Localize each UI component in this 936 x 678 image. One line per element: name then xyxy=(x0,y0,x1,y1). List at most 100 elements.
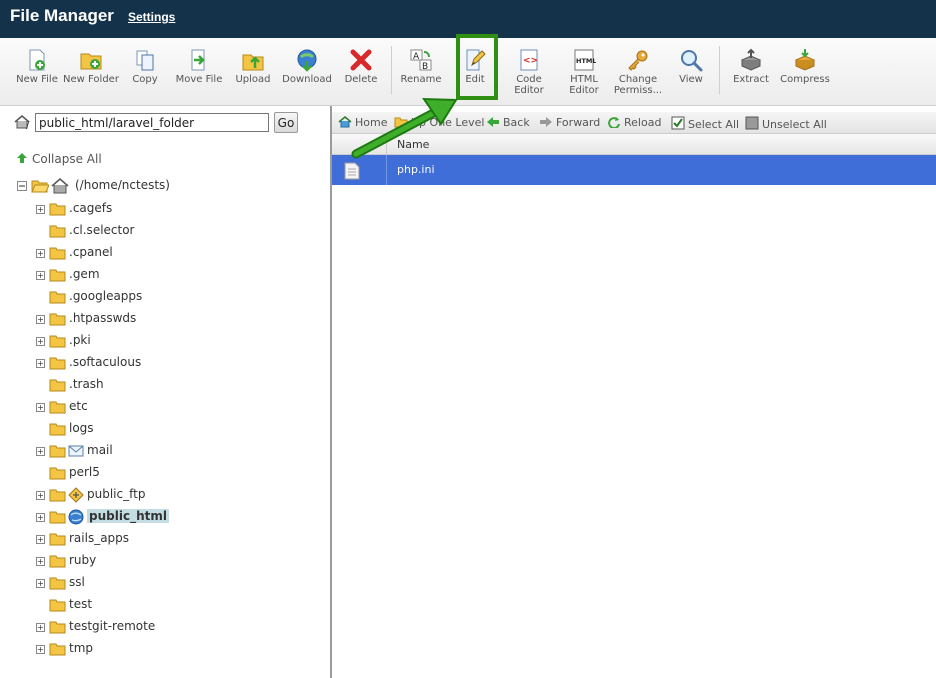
view-button[interactable]: View xyxy=(663,48,719,85)
reload-button[interactable]: Reload xyxy=(607,116,661,129)
folder-icon xyxy=(49,401,66,414)
settings-link[interactable]: Settings xyxy=(128,10,175,24)
code-editor-label: Code Editor xyxy=(514,74,544,96)
rename-icon: AB xyxy=(410,49,432,72)
expand-toggle-icon[interactable]: + xyxy=(36,513,45,522)
html-editor-label: HTML Editor xyxy=(569,74,599,96)
copy-button[interactable]: Copy xyxy=(117,48,173,85)
magnifier-icon xyxy=(681,50,703,72)
folder-icon xyxy=(49,291,66,304)
collapse-toggle-icon xyxy=(17,181,27,191)
compress-label: Compress xyxy=(780,74,830,85)
change-permissions-button[interactable]: Change Permiss... xyxy=(609,48,667,96)
expand-toggle-icon[interactable]: + xyxy=(36,579,45,588)
expand-toggle-icon[interactable]: + xyxy=(36,271,45,280)
expand-toggle-icon[interactable]: + xyxy=(36,403,45,412)
reload-label: Reload xyxy=(624,116,662,129)
up-one-level-button[interactable]: Up One Level xyxy=(394,116,484,129)
edit-label: Edit xyxy=(465,74,485,85)
toolbar-separator xyxy=(719,46,720,94)
code-editor-button[interactable]: <> Code Editor xyxy=(501,48,557,96)
app-title: File Manager xyxy=(10,6,114,25)
arrow-left-icon xyxy=(487,117,499,127)
expand-toggle-icon[interactable]: + xyxy=(36,623,45,632)
folder-icon xyxy=(49,423,66,436)
expand-toggle-icon[interactable]: + xyxy=(36,535,45,544)
download-icon xyxy=(297,49,317,72)
delete-label: Delete xyxy=(344,74,378,85)
folder-icon xyxy=(49,577,66,590)
copy-icon xyxy=(136,50,154,71)
up-one-level-label: Up One Level xyxy=(411,116,485,129)
checkbox-empty-icon xyxy=(745,116,759,130)
expand-toggle-icon[interactable]: + xyxy=(36,315,45,324)
html-editor-button[interactable]: HTML HTML Editor xyxy=(556,48,612,96)
new-file-button[interactable]: New File xyxy=(9,48,65,85)
folder-icon xyxy=(49,203,66,216)
ftp-icon xyxy=(68,487,84,503)
compress-icon xyxy=(794,49,816,71)
new-file-label: New File xyxy=(16,74,58,85)
extract-label: Extract xyxy=(733,74,769,85)
move-file-button[interactable]: Move File xyxy=(171,48,227,85)
folder-icon xyxy=(49,599,66,612)
upload-button[interactable]: Upload xyxy=(225,48,281,85)
tree-item-label: public_html xyxy=(87,509,169,523)
path-input[interactable] xyxy=(35,113,269,132)
arrow-right-icon xyxy=(540,117,552,127)
expand-toggle-icon[interactable]: + xyxy=(36,645,45,654)
tree-item-label: .pki xyxy=(69,333,91,347)
forward-button[interactable]: Forward xyxy=(539,116,600,129)
folder-icon xyxy=(49,511,66,524)
expand-toggle-icon[interactable]: + xyxy=(36,359,45,368)
folder-tree: Collapse All (/home/nctests) + .cagefs .cl… xyxy=(0,140,331,678)
file-list: Name php.ini xyxy=(332,134,936,678)
extract-button[interactable]: Extract xyxy=(723,48,779,85)
folder-icon xyxy=(49,335,66,348)
tree-item-label: perl5 xyxy=(69,465,100,479)
expand-toggle-icon[interactable]: + xyxy=(36,557,45,566)
compress-button[interactable]: Compress xyxy=(777,48,833,85)
new-folder-button[interactable]: New Folder xyxy=(63,48,119,85)
move-file-label: Move File xyxy=(175,74,223,85)
tree-item-label: test xyxy=(69,597,93,611)
extract-icon xyxy=(740,48,762,71)
go-button[interactable]: Go xyxy=(274,112,298,133)
folder-icon xyxy=(49,225,66,238)
svg-text:HTML: HTML xyxy=(576,57,596,65)
svg-text:/: / xyxy=(26,120,30,129)
download-label: Download xyxy=(282,74,332,85)
back-button[interactable]: Back xyxy=(486,116,530,129)
new-folder-icon xyxy=(80,53,102,70)
tree-item-label: .gem xyxy=(69,267,100,281)
home-nav-button[interactable]: Home xyxy=(338,116,387,129)
collapse-all-link[interactable]: Collapse All xyxy=(16,152,102,166)
checkbox-checked-icon xyxy=(671,116,685,130)
edit-icon xyxy=(466,49,486,71)
folder-icon xyxy=(49,643,66,656)
toolbar: New File New Folder Copy Move File Uploa… xyxy=(0,38,936,106)
download-button[interactable]: Download xyxy=(279,48,335,85)
rename-button[interactable]: AB Rename xyxy=(393,48,449,85)
tree-item-label: etc xyxy=(69,399,88,413)
tree-item-label: .googleapps xyxy=(69,289,143,303)
file-name: php.ini xyxy=(397,163,435,176)
delete-button[interactable]: Delete xyxy=(333,48,389,85)
column-header-name[interactable]: Name xyxy=(397,138,429,151)
file-row-selected[interactable]: php.ini xyxy=(332,155,936,185)
expand-toggle-icon[interactable]: + xyxy=(36,491,45,500)
tree-item-label: logs xyxy=(69,421,94,435)
expand-toggle-icon[interactable]: + xyxy=(36,249,45,258)
folder-icon xyxy=(49,533,66,546)
upload-icon xyxy=(242,54,264,71)
select-all-button[interactable]: Select All xyxy=(671,116,739,131)
tree-item-label: .htpasswds xyxy=(69,311,137,325)
edit-button[interactable]: Edit xyxy=(447,48,503,85)
unselect-all-button[interactable]: Unselect All xyxy=(745,116,827,131)
new-file-icon xyxy=(29,49,45,71)
expand-toggle-icon[interactable]: + xyxy=(36,447,45,456)
expand-toggle-icon[interactable]: + xyxy=(36,337,45,346)
delete-icon xyxy=(350,49,372,71)
tree-item-label: ruby xyxy=(69,553,97,567)
expand-toggle-icon[interactable]: + xyxy=(36,205,45,214)
